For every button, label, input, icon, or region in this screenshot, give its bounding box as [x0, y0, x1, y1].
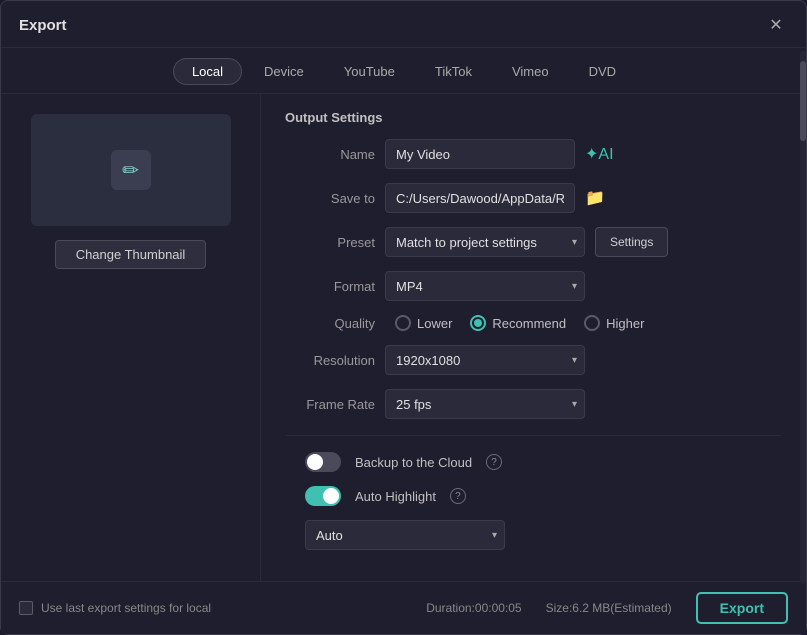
export-dialog: Export ✕ Local Device YouTube TikTok Vim… — [0, 0, 807, 635]
left-panel: ✏ Change Thumbnail — [1, 94, 261, 581]
quality-label: Quality — [285, 316, 375, 331]
resolution-select-wrap: 1920x1080 1280x720 3840x2160 ▾ — [385, 345, 585, 375]
resolution-select[interactable]: 1920x1080 1280x720 3840x2160 — [385, 345, 585, 375]
format-select[interactable]: MP4 AVI MOV MKV GIF — [385, 271, 585, 301]
quality-row: Quality Lower Recommend Higher — [285, 315, 782, 331]
change-thumbnail-button[interactable]: Change Thumbnail — [55, 240, 207, 269]
tab-youtube[interactable]: YouTube — [326, 59, 413, 84]
dialog-title: Export — [19, 17, 67, 34]
framerate-select-wrap: 25 fps 30 fps 60 fps 24 fps ▾ — [385, 389, 585, 419]
folder-icon: 📁 — [585, 190, 605, 207]
highlight-toggle-knob — [323, 488, 339, 504]
auto-select-outer: Auto Manual ▾ — [305, 520, 505, 550]
name-input[interactable] — [385, 139, 575, 169]
format-select-wrap: MP4 AVI MOV MKV GIF ▾ — [385, 271, 585, 301]
duration-info: Duration:00:00:05 — [426, 601, 521, 615]
footer: Use last export settings for local Durat… — [1, 581, 806, 634]
framerate-row: Frame Rate 25 fps 30 fps 60 fps 24 fps ▾ — [285, 389, 782, 419]
highlight-help-icon[interactable]: ? — [450, 488, 466, 504]
tab-local[interactable]: Local — [173, 58, 242, 85]
save-to-label: Save to — [285, 191, 375, 206]
quality-recommend-radio[interactable] — [470, 315, 486, 331]
quality-lower[interactable]: Lower — [395, 315, 452, 331]
divider — [285, 435, 782, 436]
right-panel: Output Settings Name ✦AI Save to 📁 Prese… — [261, 94, 806, 581]
edit-icon: ✏ — [122, 158, 139, 183]
backup-toggle[interactable] — [305, 452, 341, 472]
title-bar: Export ✕ — [1, 1, 806, 48]
quality-recommend-dot — [474, 319, 482, 327]
tab-tiktok[interactable]: TikTok — [417, 59, 490, 84]
format-label: Format — [285, 279, 375, 294]
quality-radio-group: Lower Recommend Higher — [395, 315, 644, 331]
backup-toggle-row: Backup to the Cloud ? — [285, 452, 782, 472]
scrollbar-thumb[interactable] — [800, 94, 806, 141]
preset-select[interactable]: Match to project settings Custom — [385, 227, 585, 257]
thumbnail-preview: ✏ — [31, 114, 231, 226]
name-label: Name — [285, 147, 375, 162]
name-row: Name ✦AI — [285, 139, 782, 169]
use-last-label: Use last export settings for local — [41, 601, 211, 615]
footer-info: Duration:00:00:05 Size:6.2 MB(Estimated)… — [426, 592, 788, 624]
save-to-input[interactable] — [385, 183, 575, 213]
resolution-label: Resolution — [285, 353, 375, 368]
framerate-label: Frame Rate — [285, 397, 375, 412]
save-to-row: Save to 📁 — [285, 183, 782, 213]
preset-select-wrap: Match to project settings Custom ▾ — [385, 227, 585, 257]
resolution-row: Resolution 1920x1080 1280x720 3840x2160 … — [285, 345, 782, 375]
highlight-toggle-row: Auto Highlight ? — [285, 486, 782, 506]
size-info: Size:6.2 MB(Estimated) — [546, 601, 672, 615]
export-button[interactable]: Export — [696, 592, 788, 624]
tabs-bar: Local Device YouTube TikTok Vimeo DVD — [1, 48, 806, 94]
quality-higher-radio[interactable] — [584, 315, 600, 331]
framerate-select[interactable]: 25 fps 30 fps 60 fps 24 fps — [385, 389, 585, 419]
use-last-checkbox[interactable] — [19, 601, 33, 615]
tab-dvd[interactable]: DVD — [571, 59, 634, 84]
thumbnail-icon: ✏ — [111, 150, 151, 190]
ai-rename-button[interactable]: ✦AI — [585, 144, 614, 164]
quality-lower-radio[interactable] — [395, 315, 411, 331]
auto-select-wrap: Auto Manual ▾ — [305, 520, 782, 550]
preset-label: Preset — [285, 235, 375, 250]
quality-recommend[interactable]: Recommend — [470, 315, 566, 331]
tab-device[interactable]: Device — [246, 59, 322, 84]
content-area: ✏ Change Thumbnail Output Settings Name … — [1, 94, 806, 581]
auto-select[interactable]: Auto Manual — [305, 520, 505, 550]
highlight-toggle[interactable] — [305, 486, 341, 506]
format-row: Format MP4 AVI MOV MKV GIF ▾ — [285, 271, 782, 301]
quality-lower-label: Lower — [417, 316, 452, 331]
highlight-label: Auto Highlight — [355, 489, 436, 504]
quality-recommend-label: Recommend — [492, 316, 566, 331]
close-button[interactable]: ✕ — [764, 13, 788, 37]
output-settings-title: Output Settings — [285, 110, 782, 125]
tab-vimeo[interactable]: Vimeo — [494, 59, 567, 84]
use-last-wrap: Use last export settings for local — [19, 601, 211, 615]
toggle-section: Backup to the Cloud ? Auto Highlight ? A… — [285, 452, 782, 570]
backup-toggle-knob — [307, 454, 323, 470]
quality-higher[interactable]: Higher — [584, 315, 644, 331]
folder-browse-button[interactable]: 📁 — [585, 188, 605, 208]
scrollbar-track[interactable] — [800, 94, 806, 581]
settings-button[interactable]: Settings — [595, 227, 668, 257]
backup-help-icon[interactable]: ? — [486, 454, 502, 470]
quality-higher-label: Higher — [606, 316, 644, 331]
backup-label: Backup to the Cloud — [355, 455, 472, 470]
preset-row: Preset Match to project settings Custom … — [285, 227, 782, 257]
